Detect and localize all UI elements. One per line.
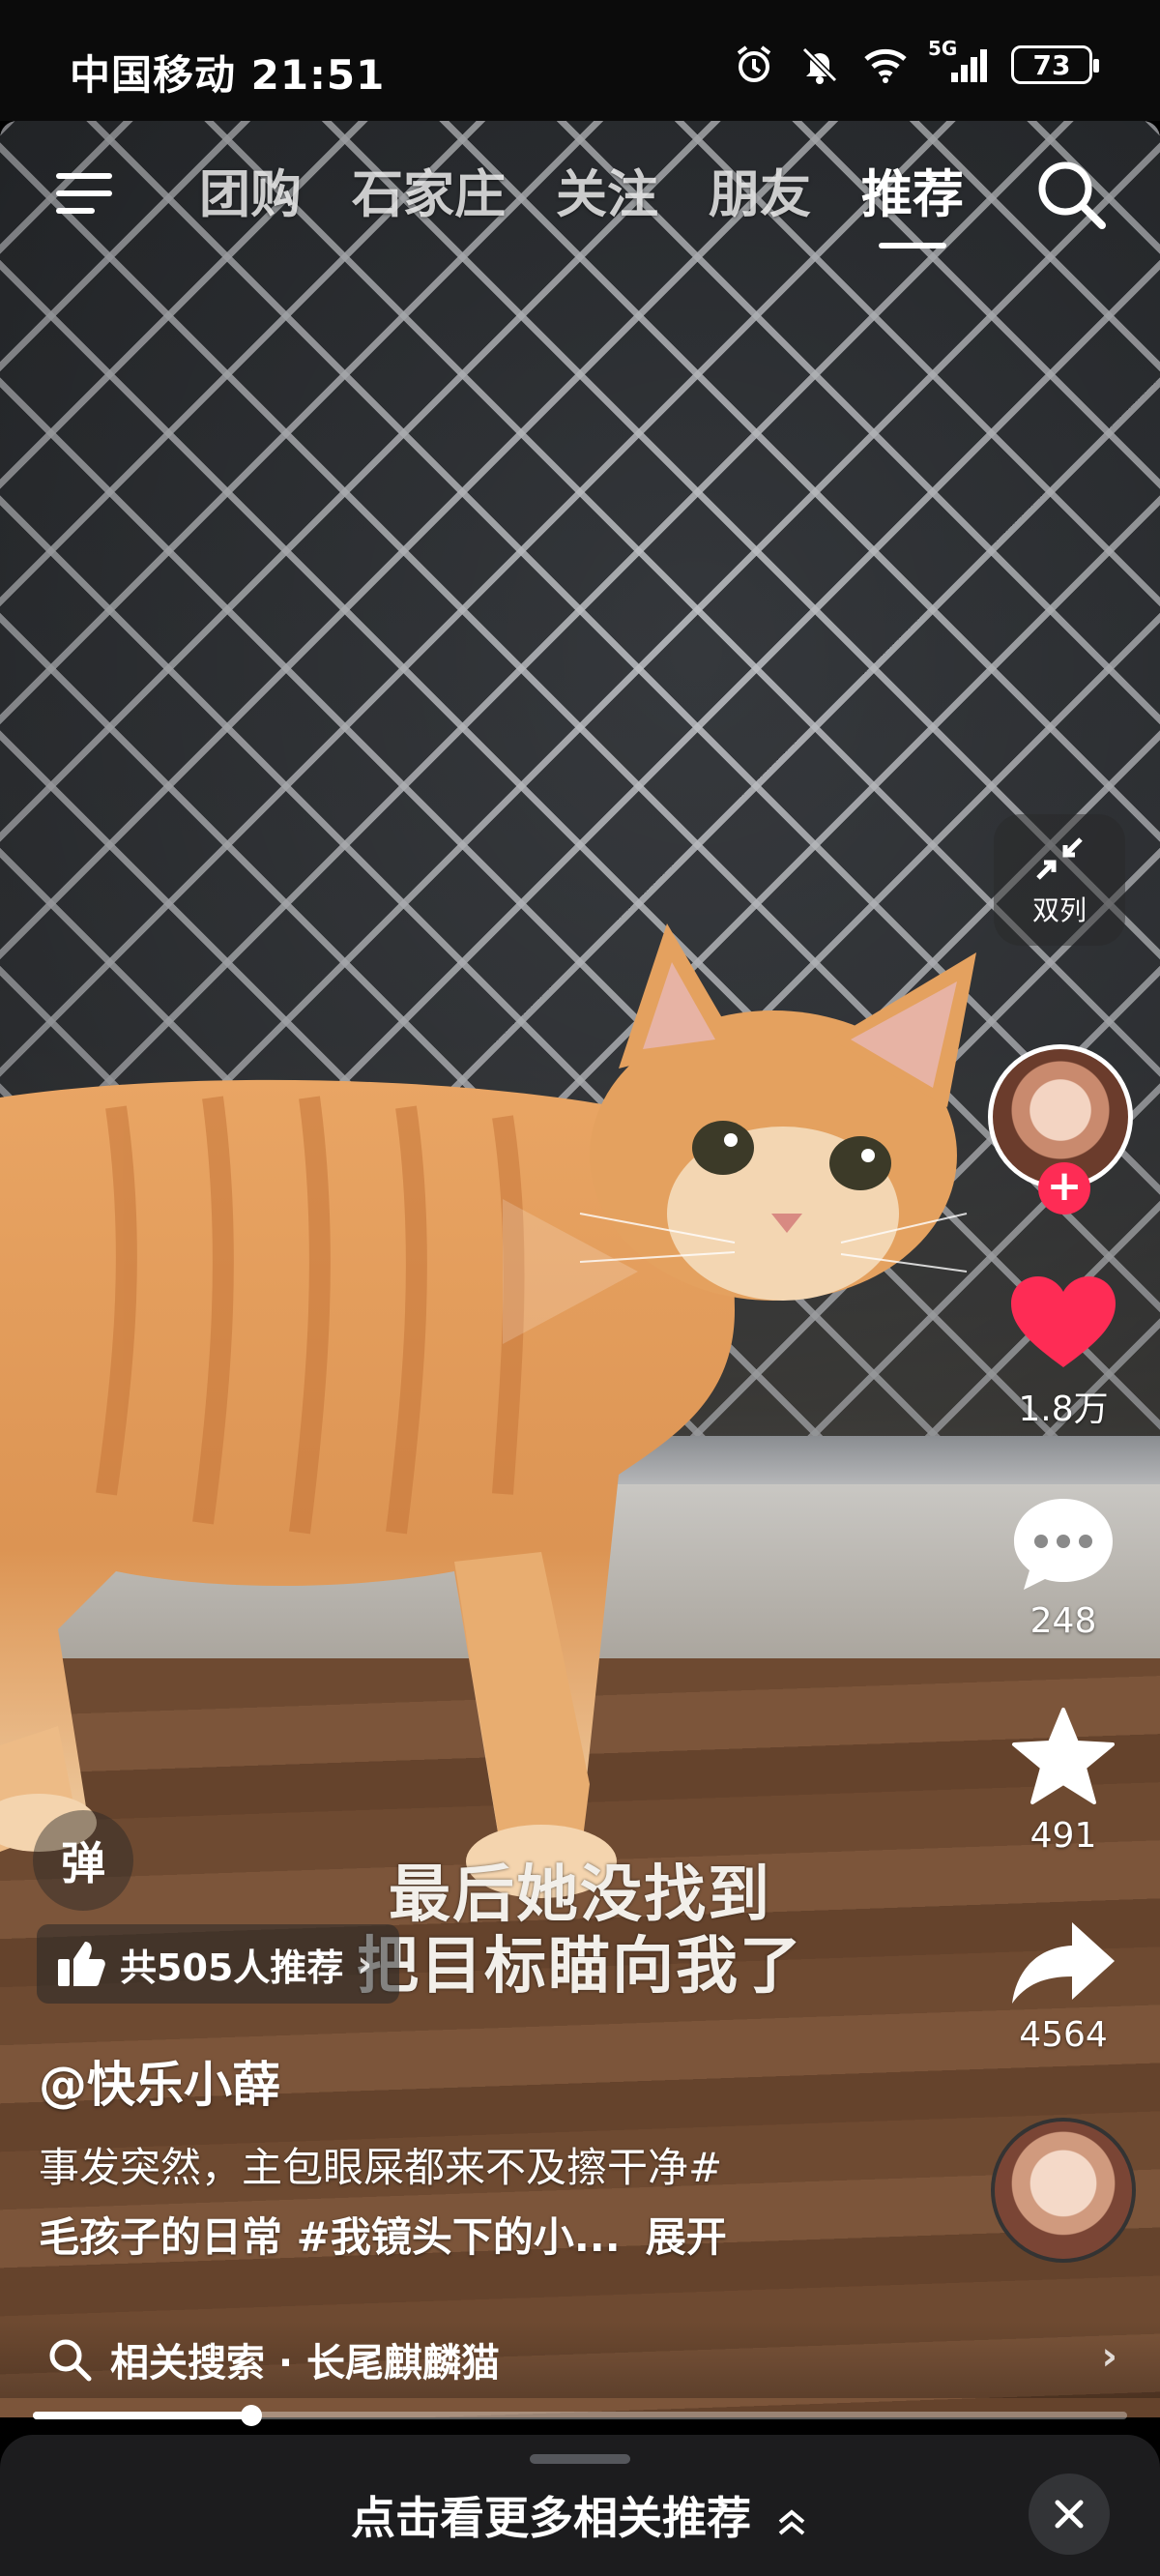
share-count: 4564 [1019,2015,1108,2055]
more-recommend-text: 点击看更多相关推荐 [350,2492,751,2544]
comment-count: 248 [1030,1601,1097,1641]
network-type: 5G [928,37,958,60]
close-button[interactable] [1029,2474,1110,2555]
wifi-icon [862,43,909,87]
video-progress-bar[interactable] [33,2405,1127,2426]
comment-icon [1014,1499,1113,1590]
progress-fill [33,2412,252,2419]
tab-city[interactable]: 石家庄 [352,154,506,227]
search-icon [49,2339,92,2382]
search-icon[interactable] [1032,156,1110,233]
like-count: 1.8万 [1018,1390,1109,1429]
music-disc-avatar[interactable] [991,2118,1136,2263]
related-search-bar[interactable]: 相关搜索 · 长尾麒麟猫 › [0,2321,1160,2398]
tab-group-buy[interactable]: 团购 [199,154,302,227]
chevron-right-icon: › [357,1943,372,1985]
expand-button[interactable]: 展开 [646,2213,727,2261]
tab-bar: 团购 石家庄 关注 朋友 推荐 [199,154,1014,249]
status-bar: 中国移动 21:51 5G 73 [0,0,1160,121]
progress-knob[interactable] [241,2405,263,2426]
star-icon [1012,1708,1115,1804]
heart-icon [1011,1276,1116,1367]
chevron-right-icon: › [1101,2334,1117,2379]
recommend-text: 共505人推荐 [120,1946,344,1989]
author-avatar-group: + [988,1044,1139,1218]
signal-icon: 5G [928,37,992,87]
dual-column-button[interactable]: 双列 [994,814,1125,946]
battery-indicator: 73 [1011,45,1099,84]
follow-plus-button[interactable]: + [1038,1162,1090,1215]
carrier-time: 中国移动 21:51 [70,51,386,99]
related-search-text: 相关搜索 · 长尾麒麟猫 [110,2341,501,2386]
more-recommend-link[interactable]: 点击看更多相关推荐 [0,2483,1160,2547]
top-nav: 团购 石家庄 关注 朋友 推荐 [0,140,1160,249]
recommend-badge[interactable]: 共505人推荐 › [37,1924,399,2004]
alarm-icon [731,43,777,87]
description-text: 事发突然，主包眼屎都来不及擦干净# [39,2144,723,2191]
tab-recommend[interactable]: 推荐 [861,154,964,249]
favorite-button[interactable]: 491 [996,1706,1131,1856]
thumbs-up-icon [58,1942,105,1986]
like-button[interactable]: 1.8万 [996,1274,1131,1431]
status-icons: 5G 73 [731,37,1099,87]
bottom-panel[interactable]: 点击看更多相关推荐 [0,2435,1160,2576]
video-description: 事发突然，主包眼屎都来不及擦干净# 毛孩子的日常 #我镜头下的小... 展开 [39,2133,909,2272]
author-name[interactable]: @快乐小薛 [39,2046,280,2116]
tab-following[interactable]: 关注 [556,154,658,227]
mute-bell-icon [797,43,843,87]
comment-button[interactable]: 248 [996,1495,1131,1641]
hashtags[interactable]: 毛孩子的日常 #我镜头下的小... [39,2213,621,2261]
play-icon[interactable] [493,1189,648,1354]
double-chevron-up-icon [778,2508,805,2535]
menu-icon[interactable] [52,165,122,221]
drag-handle[interactable] [530,2454,630,2464]
tab-friends[interactable]: 朋友 [709,154,811,227]
close-icon [1055,2500,1084,2529]
collapse-arrows-icon [1036,837,1083,880]
dual-column-label: 双列 [1031,894,1087,926]
cat-image [0,923,976,1898]
